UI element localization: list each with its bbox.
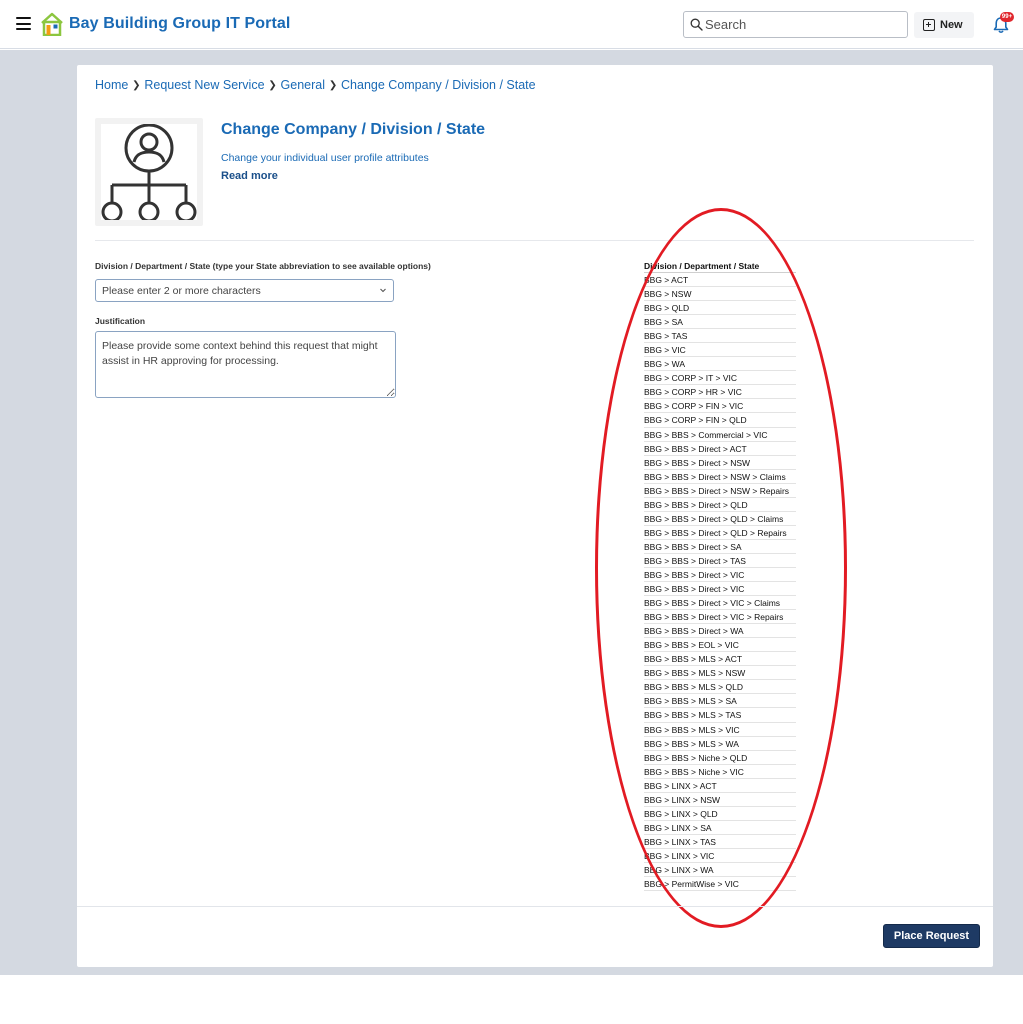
chevron-right-icon: ❯ — [132, 79, 141, 91]
option-item: BBG > SA — [644, 315, 796, 330]
search-field[interactable] — [683, 11, 908, 38]
option-item: BBG > ACT — [644, 273, 796, 288]
options-list-rows: BBG > ACT BBG > NSW BBG > QLD BBG > SA BBG >… — [644, 273, 796, 892]
option-item: BBG > BBS > Direct > QLD — [644, 498, 796, 512]
chevron-right-icon: ❯ — [268, 79, 277, 91]
breadcrumb-general[interactable]: General — [281, 78, 325, 92]
option-item: BBG > LINX > WA — [644, 863, 796, 878]
justification-textarea[interactable] — [95, 331, 396, 398]
option-item: BBG > WA — [644, 357, 796, 372]
service-icon — [95, 118, 203, 226]
menu-icon[interactable] — [16, 17, 31, 30]
option-item: BBG > BBS > Direct > VIC — [644, 582, 796, 597]
option-item: BBG > LINX > VIC — [644, 849, 796, 863]
option-item: BBG > BBS > Direct > WA — [644, 624, 796, 639]
option-item: BBG > BBS > Direct > VIC > Claims — [644, 596, 796, 611]
top-bar: Bay Building Group IT Portal New 99+ — [0, 0, 1023, 49]
option-item: BBG > BBS > Direct > NSW — [644, 456, 796, 470]
new-button[interactable]: New — [914, 12, 974, 38]
option-item: BBG > LINX > SA — [644, 821, 796, 835]
option-item: BBG > NSW — [644, 287, 796, 302]
option-item: BBG > LINX > NSW — [644, 793, 796, 807]
option-item: BBG > BBS > Direct > QLD > Claims — [644, 512, 796, 526]
plus-square-icon — [923, 19, 935, 31]
option-item: BBG > BBS > Direct > QLD > Repairs — [644, 526, 796, 540]
options-list-header: Division / Department / State — [644, 260, 796, 273]
option-item: BBG > BBS > Direct > SA — [644, 540, 796, 554]
option-item: BBG > LINX > ACT — [644, 779, 796, 793]
option-item: BBG > BBS > Commercial > VIC — [644, 428, 796, 442]
option-item: BBG > BBS > MLS > NSW — [644, 666, 796, 681]
breadcrumb-request-new-service[interactable]: Request New Service — [144, 78, 264, 92]
org-chart-user-icon — [101, 123, 197, 223]
breadcrumb-current: Change Company / Division / State — [341, 78, 536, 92]
option-item: BBG > BBS > Niche > QLD — [644, 751, 796, 765]
option-item: BBG > VIC — [644, 343, 796, 358]
option-item: BBG > CORP > HR > VIC — [644, 385, 796, 400]
option-item: BBG > BBS > Direct > TAS — [644, 554, 796, 568]
option-item: BBG > BBS > MLS > WA — [644, 737, 796, 751]
service-description: Change your individual user profile attr… — [221, 152, 429, 164]
justification-field-label: Justification — [95, 316, 146, 326]
division-select-placeholder: Please enter 2 or more characters — [102, 285, 261, 297]
division-select[interactable]: Please enter 2 or more characters — [95, 279, 394, 302]
option-item: BBG > CORP > FIN > VIC — [644, 399, 796, 414]
option-item: BBG > BBS > Niche > VIC — [644, 765, 796, 779]
breadcrumb-home[interactable]: Home — [95, 78, 128, 92]
option-item: BBG > BBS > MLS > VIC — [644, 723, 796, 737]
option-item: BBG > BBS > MLS > QLD — [644, 680, 796, 695]
option-item: BBG > BBS > Direct > VIC > Repairs — [644, 610, 796, 625]
search-icon — [690, 18, 703, 31]
option-item: BBG > LINX > QLD — [644, 807, 796, 821]
house-logo-icon — [41, 12, 63, 36]
notification-badge: 99+ — [1000, 12, 1014, 22]
section-divider — [95, 240, 974, 241]
chevron-right-icon: ❯ — [328, 79, 338, 91]
option-item: BBG > QLD — [644, 301, 796, 316]
option-item: BBG > BBS > MLS > ACT — [644, 652, 796, 667]
read-more-link[interactable]: Read more — [221, 170, 278, 182]
option-item: BBG > PermitWise > VIC — [644, 877, 796, 892]
option-item: BBG > BBS > Direct > NSW > Repairs — [644, 484, 796, 498]
option-item: BBG > BBS > EOL > VIC — [644, 638, 796, 653]
place-request-button[interactable]: Place Request — [883, 924, 980, 948]
option-item: BBG > BBS > Direct > VIC — [644, 568, 796, 583]
option-item: BBG > BBS > Direct > ACT — [644, 442, 796, 456]
option-item: BBG > CORP > FIN > QLD — [644, 413, 796, 428]
option-item: BBG > BBS > MLS > TAS — [644, 708, 796, 723]
service-request-card: Home ❯ Request New Service ❯ General ❯ C… — [77, 65, 993, 967]
option-item: BBG > BBS > Direct > NSW > Claims — [644, 470, 796, 484]
new-button-label: New — [940, 19, 963, 31]
footer-divider — [77, 906, 993, 907]
service-title: Change Company / Division / State — [221, 121, 486, 138]
search-input[interactable] — [705, 15, 900, 34]
option-item: BBG > CORP > IT > VIC — [644, 371, 796, 386]
division-field-label: Division / Department / State (type your… — [95, 261, 431, 271]
chevron-down-icon — [380, 288, 386, 293]
division-options-list: Division / Department / State BBG > ACT B… — [644, 260, 796, 892]
breadcrumb: Home ❯ Request New Service ❯ General ❯ C… — [95, 77, 536, 93]
option-item: BBG > LINX > TAS — [644, 835, 796, 849]
app-title[interactable]: Bay Building Group IT Portal — [69, 15, 290, 33]
option-item: BBG > BBS > MLS > SA — [644, 694, 796, 709]
option-item: BBG > TAS — [644, 329, 796, 344]
